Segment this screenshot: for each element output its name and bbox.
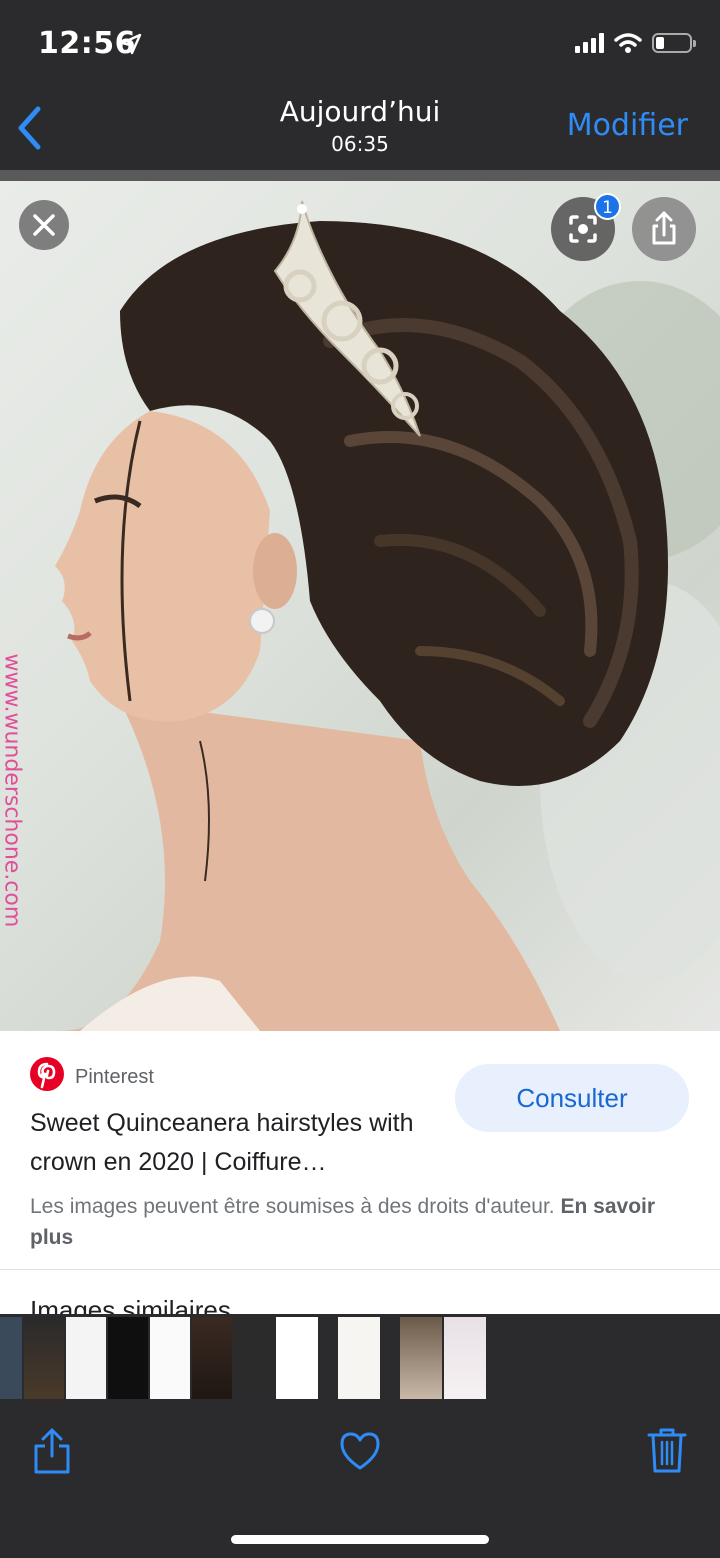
card-divider — [0, 1269, 720, 1270]
cellular-signal-icon — [575, 33, 604, 53]
copyright-notice: Les images peuvent être soumises à des d… — [30, 1191, 690, 1253]
hairstyle-photo: www.wunderschone.com — [0, 181, 720, 1031]
pinterest-logo-icon — [30, 1057, 64, 1091]
visit-button[interactable]: Consulter — [455, 1064, 689, 1132]
battery-icon — [652, 33, 696, 53]
heart-icon[interactable] — [338, 1430, 382, 1472]
wifi-icon — [614, 33, 642, 53]
thumbnail[interactable] — [192, 1317, 232, 1399]
photo-share-button[interactable] — [632, 197, 696, 261]
close-icon — [33, 214, 55, 236]
thumbnail[interactable] — [276, 1317, 318, 1399]
result-title-link[interactable]: Sweet Quinceanera hairstyles with crown … — [30, 1104, 430, 1182]
edit-button[interactable]: Modifier — [567, 108, 688, 143]
thumbnail[interactable] — [444, 1317, 486, 1399]
home-indicator[interactable] — [231, 1535, 489, 1544]
thumbnail[interactable] — [338, 1317, 380, 1399]
copyright-text: Les images peuvent être soumises à des d… — [30, 1195, 555, 1218]
lens-badge: 1 — [594, 193, 621, 220]
divider-strip — [0, 170, 720, 181]
share-icon — [652, 211, 676, 245]
thumbnail[interactable] — [0, 1317, 22, 1399]
watermark-text: www.wunderschone.com — [0, 653, 25, 928]
trash-icon[interactable] — [646, 1426, 688, 1474]
thumbnail[interactable] — [150, 1317, 190, 1399]
similar-images-heading: Images similaires — [30, 1295, 231, 1315]
close-button[interactable] — [19, 200, 69, 250]
top-bar: 12:56 Aujourd’hui 06:35 Modifier — [0, 0, 720, 170]
location-arrow-icon — [120, 33, 142, 55]
status-icons — [575, 32, 696, 54]
thumbnail-strip — [0, 1314, 720, 1402]
share-icon[interactable] — [30, 1426, 74, 1476]
thumbnail[interactable] — [108, 1317, 148, 1399]
source-name: Pinterest — [75, 1066, 154, 1088]
thumbnail[interactable] — [234, 1317, 274, 1399]
photo-illustration — [55, 200, 720, 1031]
thumbnail[interactable] — [24, 1317, 64, 1399]
thumbnail[interactable] — [400, 1317, 442, 1399]
thumbnail[interactable] — [66, 1317, 106, 1399]
